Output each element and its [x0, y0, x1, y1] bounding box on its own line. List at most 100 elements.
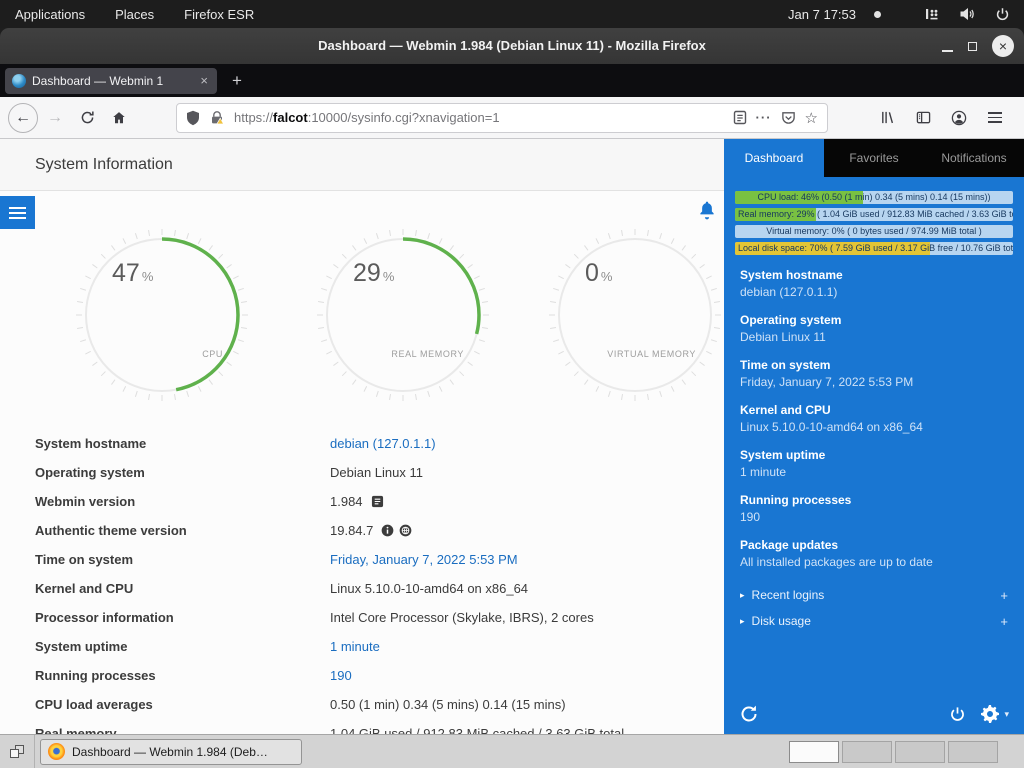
navigation-toolbar: ← → https://falcot:10000/sysinfo.cgi?xna… — [0, 97, 1024, 139]
connection-lock-icon[interactable] — [209, 110, 225, 126]
gauge-real-memory-value: 29% — [353, 259, 394, 288]
stat-os: Operating system Debian Linux 11 — [740, 312, 1008, 346]
workspace-2[interactable] — [842, 741, 892, 763]
volume-icon[interactable] — [959, 7, 975, 21]
tab-dashboard-sidebar[interactable]: Dashboard — [724, 139, 824, 177]
library-icon[interactable] — [872, 103, 902, 133]
tab-dashboard[interactable]: Dashboard — Webmin 1 × — [5, 68, 217, 94]
places-menu[interactable]: Places — [100, 0, 169, 28]
tracking-protection-shield-icon[interactable] — [186, 110, 200, 126]
stat-uptime: System uptime 1 minute — [740, 447, 1008, 481]
real-memory-bar: Real memory: 29% ( 1.04 GiB used / 912.8… — [735, 208, 1013, 221]
maximize-button[interactable] — [968, 42, 977, 51]
tab-notifications[interactable]: Notifications — [924, 139, 1024, 177]
logout-icon[interactable] — [949, 706, 966, 723]
page-header: System Information — [0, 139, 724, 191]
chevron-right-icon: ▸ — [740, 616, 745, 627]
disk-space-bar: Local disk space: 70% ( 7.59 GiB used / … — [735, 242, 1013, 255]
gnome-top-bar: Applications Places Firefox ESR Jan 7 17… — [0, 0, 1024, 28]
home-button[interactable] — [104, 103, 134, 133]
window-titlebar[interactable]: Dashboard — Webmin 1.984 (Debian Linux 1… — [0, 28, 1024, 64]
cpu-load-bar: CPU load: 46% (0.50 (1 min) 0.34 (5 mins… — [735, 191, 1013, 204]
back-button[interactable]: ← — [8, 103, 38, 133]
sidebar-hamburger-button[interactable] — [0, 196, 35, 229]
tab-title: Dashboard — Webmin 1 — [32, 74, 192, 88]
url-text[interactable]: https://falcot:10000/sysinfo.cgi?xnaviga… — [234, 110, 724, 125]
table-row: Time on system Friday, January 7, 2022 5… — [0, 545, 724, 574]
url-bar[interactable]: https://falcot:10000/sysinfo.cgi?xnaviga… — [176, 103, 828, 133]
chevron-down-icon: ▾ — [1004, 709, 1009, 720]
time-link[interactable]: Friday, January 7, 2022 5:53 PM — [330, 552, 518, 567]
theme-support-icon[interactable] — [399, 524, 412, 537]
table-row: CPU load averages 0.50 (1 min) 0.34 (5 m… — [0, 690, 724, 719]
tab-favorites[interactable]: Favorites — [824, 139, 924, 177]
webmin-main-panel: System Information 47% CPU 29% — [0, 139, 724, 734]
url-path: :10000/sysinfo.cgi?xnavigation=1 — [308, 110, 500, 125]
reload-button[interactable] — [72, 103, 102, 133]
reader-mode-icon[interactable] — [733, 110, 747, 125]
pocket-icon[interactable] — [781, 110, 796, 125]
workspace-4[interactable] — [948, 741, 998, 763]
disk-usage-toggle[interactable]: ▸ Disk usage + — [724, 608, 1024, 634]
input-source-icon[interactable] — [925, 7, 939, 21]
gear-icon[interactable] — [981, 705, 999, 723]
table-row: Kernel and CPU Linux 5.10.0-10-amd64 on … — [0, 574, 724, 603]
processes-link[interactable]: 190 — [330, 668, 352, 683]
tab-close-icon[interactable]: × — [198, 73, 210, 88]
webmin-changelog-icon[interactable] — [371, 495, 384, 508]
webmin-favicon-icon — [12, 74, 26, 88]
url-host: falcot — [273, 110, 308, 125]
bookmark-star-icon[interactable]: ☆ — [805, 109, 818, 127]
window-list-corner-icon[interactable] — [0, 735, 35, 768]
table-row: Operating system Debian Linux 11 — [0, 458, 724, 487]
url-scheme: https:// — [234, 110, 273, 125]
page-actions-icon[interactable]: ··· — [756, 110, 772, 125]
uptime-link[interactable]: 1 minute — [330, 639, 380, 654]
expand-icon[interactable]: + — [1000, 614, 1008, 629]
taskbar-window-label: Dashboard — Webmin 1.984 (Deb… — [72, 745, 268, 759]
hamburger-menu-icon[interactable] — [980, 103, 1010, 133]
clock[interactable]: Jan 7 17:53 — [788, 7, 868, 22]
table-row: Running processes 190 — [0, 661, 724, 690]
firefox-icon — [48, 743, 65, 760]
stat-processes: Running processes 190 — [740, 492, 1008, 526]
table-row: Processor information Intel Core Process… — [0, 603, 724, 632]
workspace-3[interactable] — [895, 741, 945, 763]
toolbar-right — [872, 103, 1012, 133]
recent-logins-toggle[interactable]: ▸ Recent logins + — [724, 582, 1024, 608]
account-icon[interactable] — [944, 103, 974, 133]
sidebar-toggle-icon[interactable] — [908, 103, 938, 133]
stat-packages: Package updates All installed packages a… — [740, 537, 1008, 571]
gauge-cpu-value: 47% — [112, 259, 153, 288]
stat-time: Time on system Friday, January 7, 2022 5… — [740, 357, 1008, 391]
resource-bars: CPU load: 46% (0.50 (1 min) 0.34 (5 mins… — [724, 191, 1024, 255]
new-tab-button[interactable]: + — [223, 68, 251, 94]
table-row: Real memory 1.04 GiB used / 912.83 MiB c… — [0, 719, 724, 734]
gauge-virtual-memory: 0% VIRTUAL MEMORY — [547, 227, 723, 403]
notifications-bell-icon[interactable] — [696, 199, 718, 221]
screen-record-icon — [874, 11, 881, 18]
refresh-icon[interactable] — [739, 704, 759, 724]
gauge-virtual-memory-value: 0% — [585, 259, 612, 288]
power-icon[interactable] — [995, 7, 1010, 22]
sidebar-collapsibles: ▸ Recent logins + ▸ Disk usage + — [724, 582, 1024, 634]
sidebar-tabs: Dashboard Favorites Notifications — [724, 139, 1024, 177]
hostname-link[interactable]: debian (127.0.1.1) — [330, 436, 436, 451]
expand-icon[interactable]: + — [1000, 588, 1008, 603]
gauge-cpu: 47% CPU — [74, 227, 250, 403]
stat-hostname: System hostname debian (127.0.1.1) — [740, 267, 1008, 301]
firefox-app-menu[interactable]: Firefox ESR — [169, 0, 269, 28]
theme-info-icon[interactable] — [381, 524, 394, 537]
applications-menu[interactable]: Applications — [0, 0, 100, 28]
status-area: Jan 7 17:53 — [788, 7, 1024, 22]
close-button[interactable]: × — [992, 35, 1014, 57]
table-row: System uptime 1 minute — [0, 632, 724, 661]
gauge-cpu-label: CPU — [202, 349, 223, 359]
table-row: System hostname debian (127.0.1.1) — [0, 429, 724, 458]
sidebar-stats: System hostname debian (127.0.1.1) Opera… — [724, 267, 1024, 571]
workspace-1[interactable] — [789, 741, 839, 763]
sidebar-footer: ▾ — [724, 704, 1024, 724]
minimize-button[interactable] — [942, 50, 953, 52]
taskbar-window-button[interactable]: Dashboard — Webmin 1.984 (Deb… — [40, 739, 302, 765]
forward-button[interactable]: → — [40, 103, 70, 133]
